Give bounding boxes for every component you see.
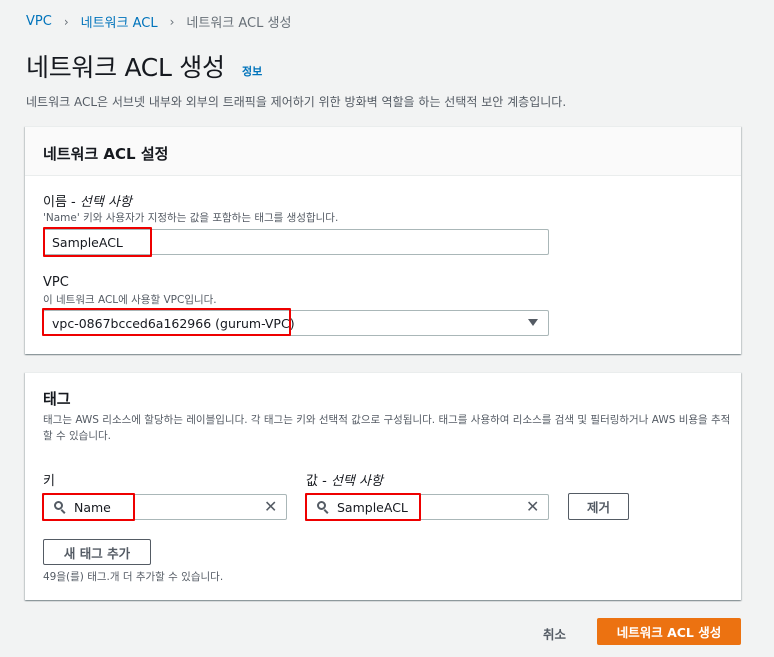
create-acl-button[interactable]: 네트워크 ACL 생성 (597, 618, 741, 645)
tag-key-label: 키 (43, 474, 55, 489)
close-icon[interactable]: ✕ (264, 499, 277, 515)
name-input[interactable]: SampleACL (43, 229, 549, 255)
name-label-text: 이름 - (43, 195, 76, 210)
acl-settings-panel: 네트워크 ACL 설정 이름 - 선택 사항 'Name' 키와 사용자가 지정… (25, 126, 741, 354)
cancel-button[interactable]: 취소 (543, 624, 566, 643)
tag-key-value: Name (74, 499, 111, 515)
search-icon (54, 501, 66, 514)
tag-value-label: 값 - 선택 사항 (306, 470, 383, 489)
vpc-select[interactable]: vpc-0867bcced6a162966 (gurum-VPC) (43, 310, 549, 336)
tag-limit-text: 49을(를) 태그.개 더 추가할 수 있습니다. (43, 571, 224, 583)
search-icon (317, 501, 329, 514)
vpc-select-value: vpc-0867bcced6a162966 (gurum-VPC) (52, 315, 295, 331)
page-description: 네트워크 ACL은 서브넷 내부와 외부의 트래픽을 제어하기 위한 방화벽 역… (26, 95, 567, 109)
acl-settings-title: 네트워크 ACL 설정 (43, 145, 169, 163)
tag-value-label-text: 값 - (306, 474, 327, 489)
tag-value-input[interactable]: SampleACL ✕ (306, 494, 549, 520)
vpc-label: VPC (43, 275, 69, 290)
vpc-description: 이 네트워크 ACL에 사용할 VPC입니다. (43, 294, 217, 306)
breadcrumb-separator-icon: › (63, 14, 69, 29)
breadcrumb-separator-icon: › (169, 14, 175, 29)
breadcrumb-network-acl[interactable]: 네트워크 ACL (81, 12, 158, 31)
tag-key-input[interactable]: Name ✕ (43, 494, 287, 520)
acl-settings-header: 네트워크 ACL 설정 (25, 127, 741, 176)
tag-value-optional-text: 선택 사항 (330, 474, 383, 489)
tags-description: 태그는 AWS 리소스에 할당하는 레이블입니다. 각 태그는 키와 선택적 값… (43, 414, 731, 442)
breadcrumb-vpc[interactable]: VPC (26, 14, 52, 29)
name-label: 이름 - 선택 사항 (43, 191, 132, 210)
name-optional-text: 선택 사항 (79, 195, 132, 210)
name-input-value: SampleACL (52, 234, 123, 250)
breadcrumb: VPC › 네트워크 ACL › 네트워크 ACL 생성 (26, 12, 291, 31)
tags-title: 태그 (43, 390, 71, 408)
tags-panel: 태그 태그는 AWS 리소스에 할당하는 레이블입니다. 각 태그는 키와 선택… (25, 372, 741, 600)
close-icon[interactable]: ✕ (526, 499, 539, 515)
add-tag-button[interactable]: 새 태그 추가 (43, 539, 151, 565)
breadcrumb-current: 네트워크 ACL 생성 (186, 16, 292, 31)
page-title: 네트워크 ACL 생성 (26, 53, 225, 82)
caret-down-icon (528, 319, 538, 326)
remove-tag-button[interactable]: 제거 (568, 493, 629, 520)
info-link[interactable]: 정보 (242, 63, 262, 79)
tag-value-value: SampleACL (337, 499, 408, 515)
name-description: 'Name' 키와 사용자가 지정하는 값을 포함하는 태그를 생성합니다. (43, 212, 339, 224)
